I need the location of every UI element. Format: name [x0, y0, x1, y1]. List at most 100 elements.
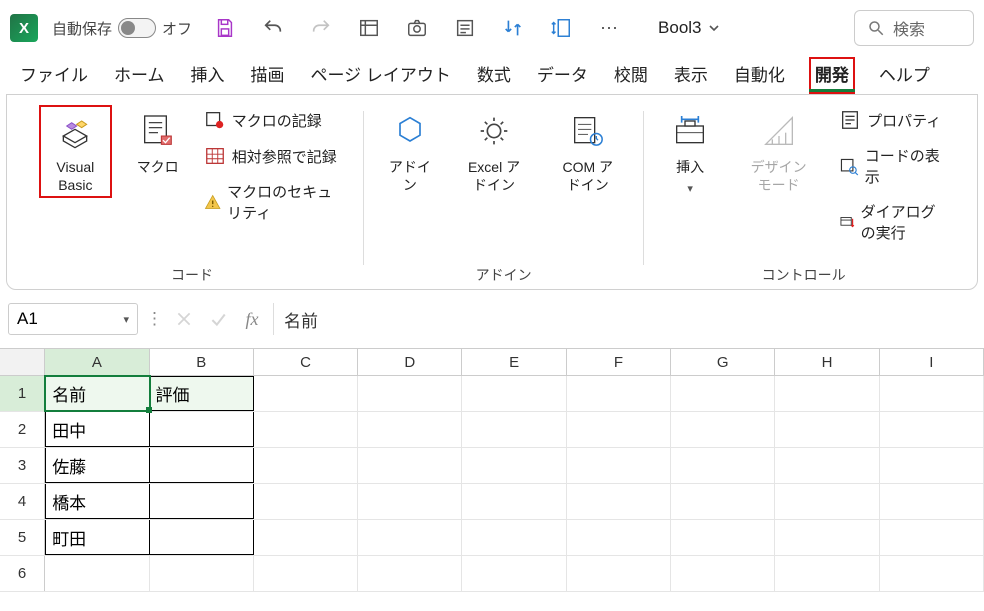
insert-function-button[interactable]: fx: [239, 306, 265, 332]
cell-A2[interactable]: 田中: [45, 412, 149, 447]
run-dialog-button[interactable]: ダイアログの実行: [839, 199, 945, 245]
cell-H2[interactable]: [775, 412, 879, 447]
cell-I3[interactable]: [880, 448, 984, 483]
row-header-5[interactable]: 5: [0, 520, 45, 555]
cell-A4[interactable]: 橋本: [45, 484, 149, 519]
visual-basic-button[interactable]: Visual Basic: [39, 105, 112, 198]
addins-button[interactable]: アドイン: [382, 105, 438, 198]
tab-0[interactable]: ファイル: [18, 57, 90, 94]
row-header-6[interactable]: 6: [0, 556, 45, 591]
cell-G4[interactable]: [671, 484, 775, 519]
redo-button[interactable]: [308, 15, 334, 41]
cell-E1[interactable]: [462, 376, 566, 411]
overflow-button[interactable]: ⋯: [596, 15, 622, 41]
cell-F6[interactable]: [567, 556, 671, 591]
cell-G6[interactable]: [671, 556, 775, 591]
cell-F2[interactable]: [567, 412, 671, 447]
macro-security-button[interactable]: マクロのセキュリティ: [204, 179, 345, 225]
tab-5[interactable]: 数式: [475, 57, 513, 94]
record-macro-button[interactable]: マクロの記録: [204, 107, 345, 133]
save-button[interactable]: [212, 15, 238, 41]
cell-A1[interactable]: 名前: [45, 376, 149, 411]
cell-C6[interactable]: [254, 556, 358, 591]
cell-I2[interactable]: [880, 412, 984, 447]
cell-D4[interactable]: [358, 484, 462, 519]
properties-button[interactable]: プロパティ: [839, 107, 945, 133]
sort-filter-button[interactable]: [500, 15, 526, 41]
cell-E6[interactable]: [462, 556, 566, 591]
cell-H3[interactable]: [775, 448, 879, 483]
cell-A3[interactable]: 佐藤: [45, 448, 149, 483]
cell-G3[interactable]: [671, 448, 775, 483]
row-header-3[interactable]: 3: [0, 448, 45, 483]
cell-H5[interactable]: [775, 520, 879, 555]
cell-E4[interactable]: [462, 484, 566, 519]
cell-B3[interactable]: [150, 448, 254, 483]
select-all-corner[interactable]: [0, 349, 45, 375]
cell-C2[interactable]: [254, 412, 358, 447]
autosave-toggle[interactable]: 自動保存 オフ: [52, 18, 192, 39]
col-header-H[interactable]: H: [775, 349, 879, 375]
row-header-1[interactable]: 1: [0, 376, 45, 411]
cell-E2[interactable]: [462, 412, 566, 447]
cell-F5[interactable]: [567, 520, 671, 555]
freeze-button[interactable]: [548, 15, 574, 41]
col-header-F[interactable]: F: [567, 349, 671, 375]
enter-formula-button[interactable]: [205, 306, 231, 332]
cell-F4[interactable]: [567, 484, 671, 519]
screenshot-button[interactable]: [404, 15, 430, 41]
cell-B5[interactable]: [150, 520, 254, 555]
cell-D1[interactable]: [358, 376, 462, 411]
insert-control-button[interactable]: 挿入 ▾: [662, 105, 718, 200]
cell-B4[interactable]: [150, 484, 254, 519]
col-header-A[interactable]: A: [45, 349, 149, 375]
workbook-name-dropdown[interactable]: Bool3: [658, 18, 721, 38]
cell-D6[interactable]: [358, 556, 462, 591]
row-header-2[interactable]: 2: [0, 412, 45, 447]
tab-4[interactable]: ページ レイアウト: [309, 57, 453, 94]
com-addins-button[interactable]: COM アドイン: [550, 105, 625, 198]
row-header-4[interactable]: 4: [0, 484, 45, 519]
tab-6[interactable]: データ: [535, 57, 590, 94]
tab-8[interactable]: 表示: [672, 57, 710, 94]
cell-D5[interactable]: [358, 520, 462, 555]
cell-G5[interactable]: [671, 520, 775, 555]
cell-A6[interactable]: [45, 556, 149, 591]
list-button[interactable]: [452, 15, 478, 41]
cell-H4[interactable]: [775, 484, 879, 519]
col-header-G[interactable]: G: [671, 349, 775, 375]
formula-input[interactable]: 名前: [273, 303, 976, 335]
cell-B2[interactable]: [150, 412, 254, 447]
undo-button[interactable]: [260, 15, 286, 41]
cell-B6[interactable]: [150, 556, 254, 591]
relative-ref-button[interactable]: 相対参照で記録: [204, 143, 345, 169]
cell-A5[interactable]: 町田: [45, 520, 149, 555]
col-header-B[interactable]: B: [150, 349, 254, 375]
cell-E3[interactable]: [462, 448, 566, 483]
macros-button[interactable]: マクロ: [130, 105, 186, 181]
tab-11[interactable]: ヘルプ: [877, 57, 932, 94]
tab-10[interactable]: 開発: [809, 57, 855, 94]
search-input[interactable]: 検索: [854, 10, 974, 46]
cell-I6[interactable]: [880, 556, 984, 591]
cell-I1[interactable]: [880, 376, 984, 411]
cell-C5[interactable]: [254, 520, 358, 555]
cancel-formula-button[interactable]: [171, 306, 197, 332]
cell-B1[interactable]: 評価: [150, 376, 254, 411]
tab-2[interactable]: 挿入: [189, 57, 227, 94]
tab-7[interactable]: 校閲: [612, 57, 650, 94]
cell-D2[interactable]: [358, 412, 462, 447]
cell-H6[interactable]: [775, 556, 879, 591]
cell-C1[interactable]: [254, 376, 358, 411]
cell-D3[interactable]: [358, 448, 462, 483]
cell-C4[interactable]: [254, 484, 358, 519]
col-header-C[interactable]: C: [254, 349, 358, 375]
tab-9[interactable]: 自動化: [732, 57, 787, 94]
col-header-D[interactable]: D: [358, 349, 462, 375]
excel-addins-button[interactable]: Excel アドイン: [456, 105, 532, 198]
cell-F3[interactable]: [567, 448, 671, 483]
cell-G2[interactable]: [671, 412, 775, 447]
cell-E5[interactable]: [462, 520, 566, 555]
cell-C3[interactable]: [254, 448, 358, 483]
cell-H1[interactable]: [775, 376, 879, 411]
